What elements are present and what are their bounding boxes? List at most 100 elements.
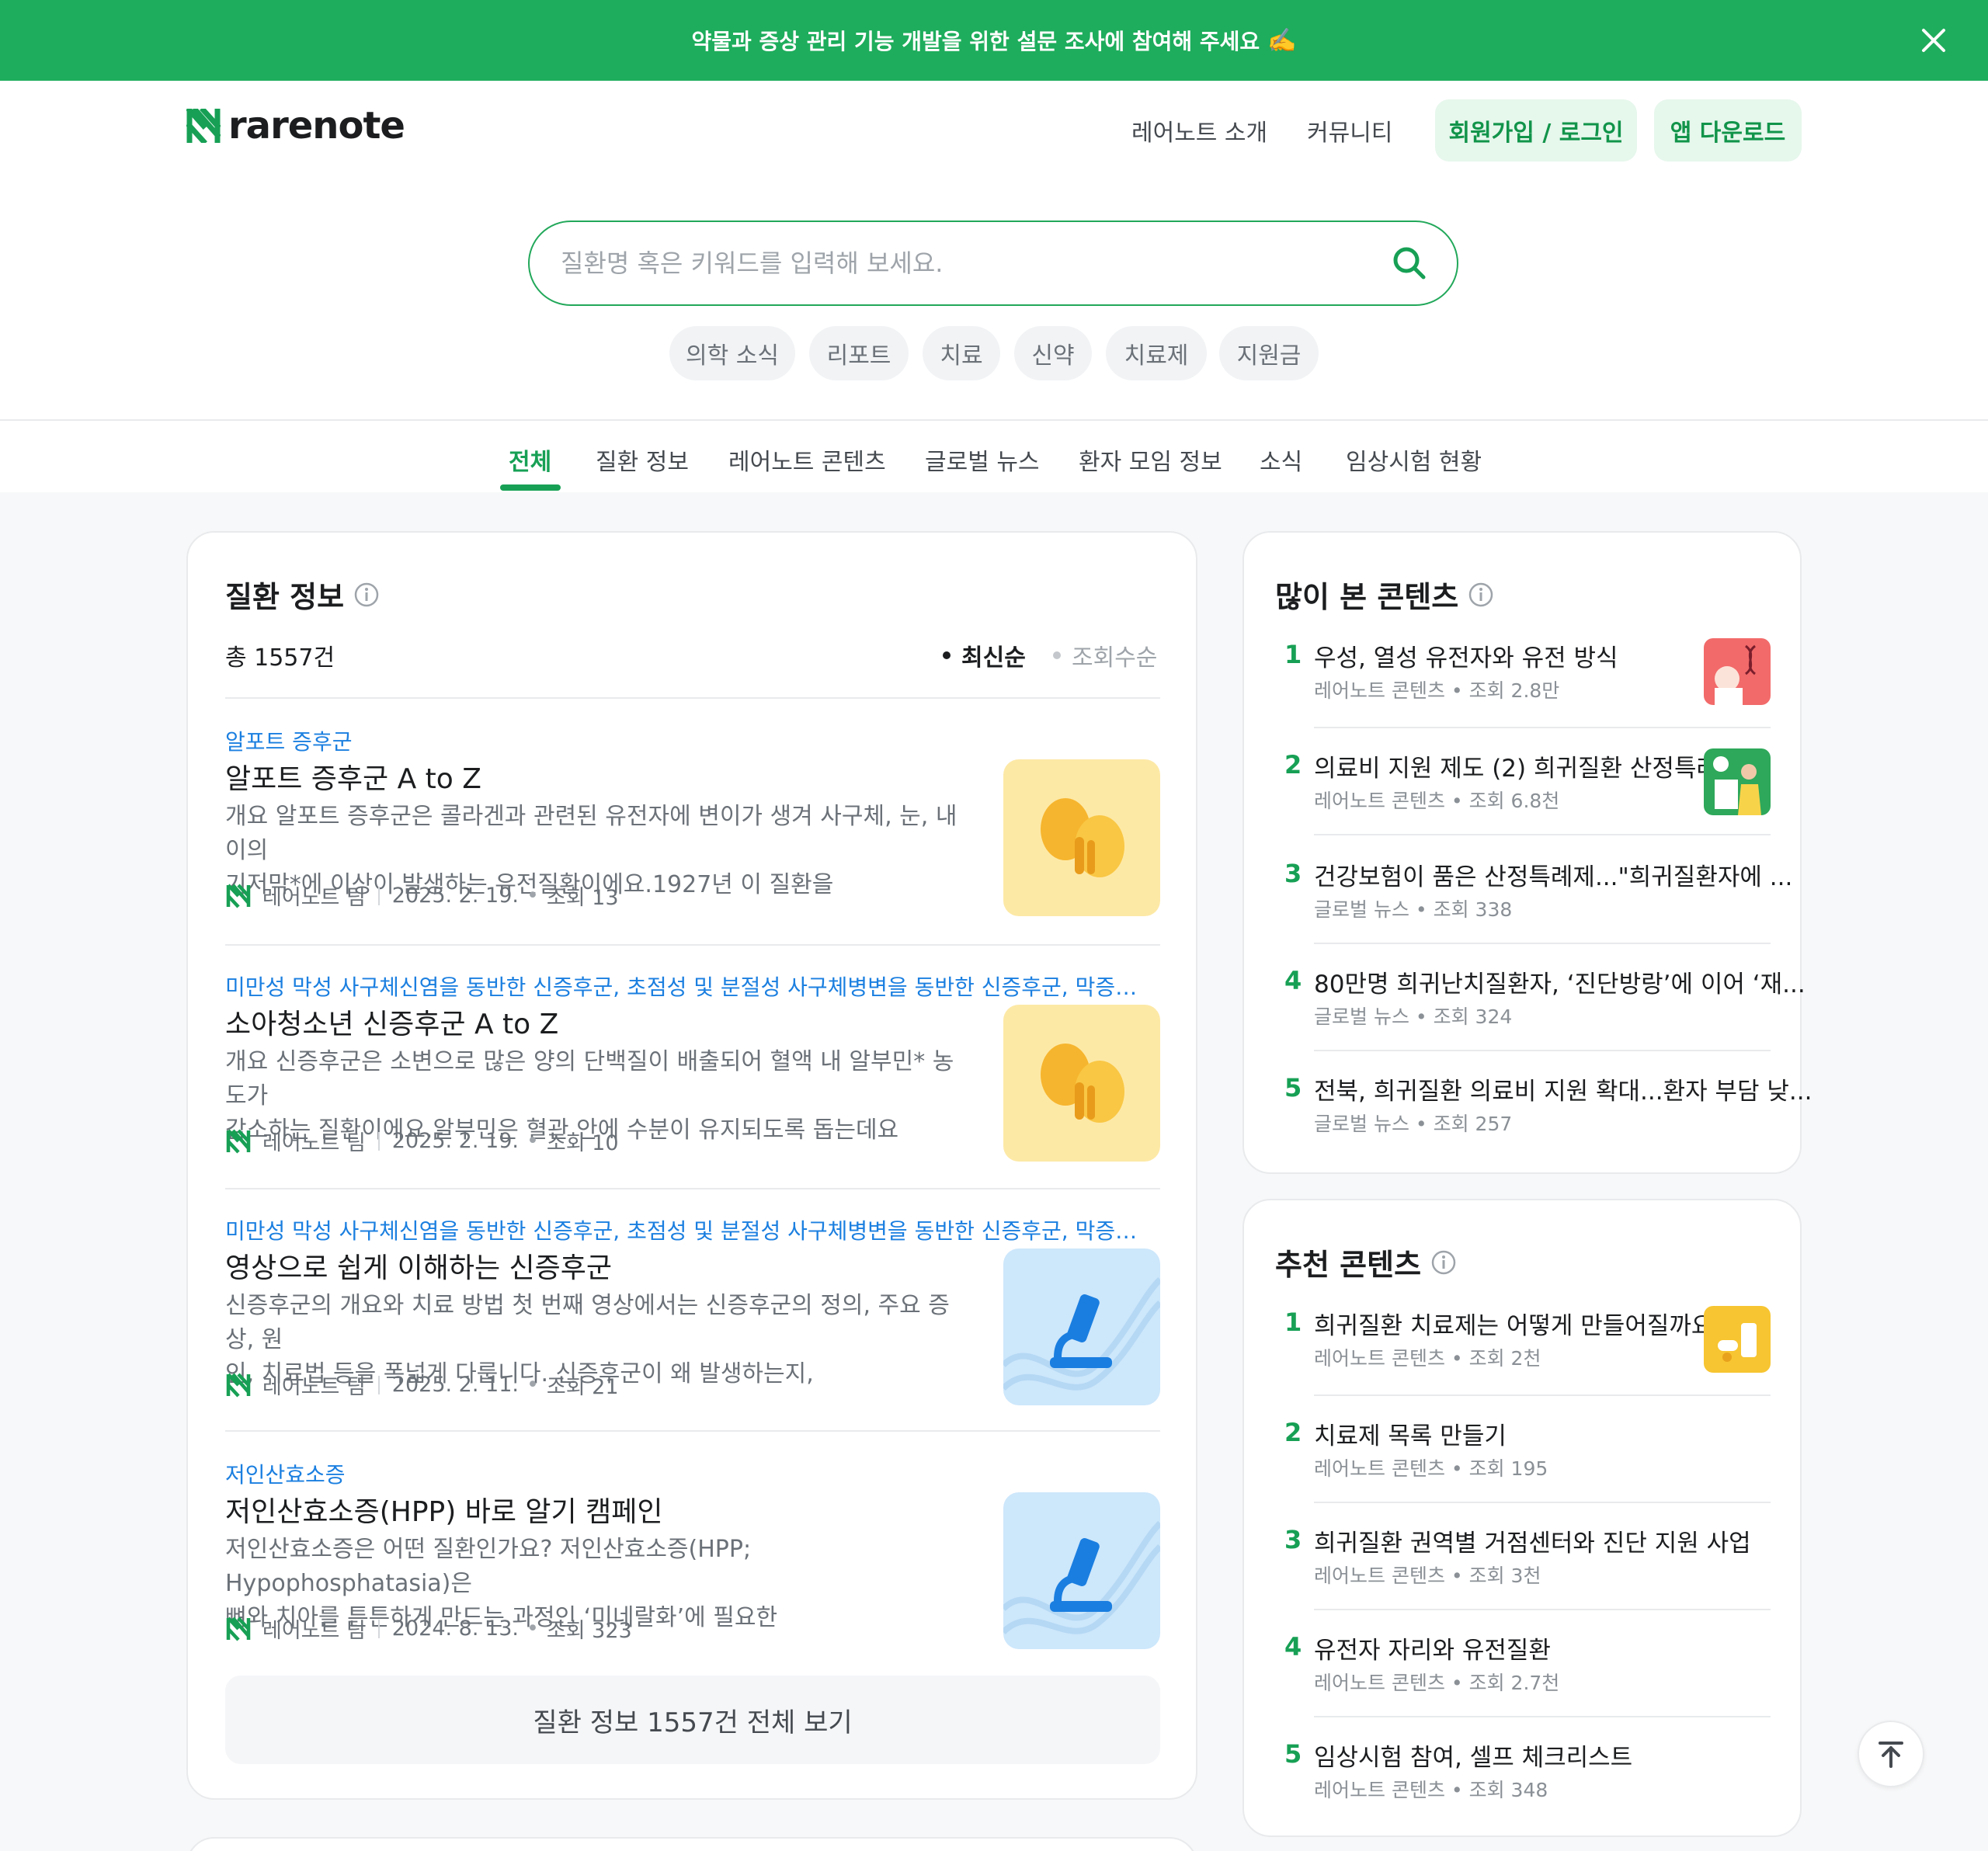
survey-banner[interactable]: 약물과 증상 관리 기능 개발을 위한 설문 조사에 참여해 주세요 ✍️ [0, 0, 1988, 81]
recommended-item[interactable]: 5 임상시험 참여, 셀프 체크리스트 레어노트 콘텐츠 • 조회 348 [1275, 1738, 1771, 1843]
rank-meta: 레어노트 콘텐츠 • 조회 2천 [1314, 1347, 1541, 1370]
rank-number: 3 [1284, 1525, 1302, 1554]
sort-views[interactable]: 조회수순 [1053, 638, 1157, 672]
chip-therapeutics[interactable]: 치료제 [1106, 326, 1207, 380]
rank-source: 레어노트 콘텐츠 [1314, 1564, 1445, 1587]
app-download-button[interactable]: 앱 다운로드 [1654, 99, 1802, 161]
article-category[interactable]: 저인산효소증 [225, 1458, 1149, 1489]
rank-views: 조회 6.8천 [1468, 790, 1560, 812]
tab-news[interactable]: 소식 [1260, 443, 1302, 477]
article-item[interactable]: 미만성 막성 사구체신염을 동반한 신증후군, 초점성 및 분절성 사구체병변을… [225, 971, 1160, 1203]
popular-item[interactable]: 3 건강보험이 품은 산정특례제..."희귀질환자에 ... 글로벌 뉴스 • … [1275, 857, 1792, 963]
close-icon[interactable] [1913, 20, 1954, 61]
article-title[interactable]: 알포트 증후군 A to Z [225, 756, 481, 797]
tab-all[interactable]: 전체 [509, 443, 551, 477]
divider [1314, 1394, 1771, 1396]
chip-medical-news[interactable]: 의학 소식 [669, 326, 795, 380]
view-all-button[interactable]: 질환 정보 1557건 전체 보기 [225, 1676, 1160, 1764]
scroll-to-top-button[interactable] [1858, 1721, 1924, 1787]
rank-meta: 글로벌 뉴스 • 조회 257 [1314, 1113, 1513, 1135]
tab-patient-groups[interactable]: 환자 모임 정보 [1079, 443, 1222, 477]
divider [1314, 943, 1771, 944]
chip-new-drug[interactable]: 신약 [1014, 326, 1092, 380]
kidney-thumbnail[interactable] [1003, 759, 1160, 916]
article-category[interactable]: 미만성 막성 사구체신염을 동반한 신증후군, 초점성 및 분절성 사구체병변을… [225, 1214, 1149, 1245]
tab-disease-info[interactable]: 질환 정보 [596, 443, 689, 477]
tab-clinical-trials[interactable]: 임상시험 현황 [1346, 443, 1482, 477]
article-category[interactable]: 알포트 증후군 [225, 725, 1149, 756]
rarenote-author-icon [226, 1372, 251, 1398]
microscope-thumbnail[interactable] [1003, 1248, 1160, 1405]
disease-info-title: 질환 정보 [225, 573, 380, 616]
divider [1314, 1716, 1771, 1717]
tab-rarenote-content[interactable]: 레어노트 콘텐츠 [728, 443, 886, 477]
chip-report[interactable]: 리포트 [809, 326, 909, 380]
kidney-thumbnail[interactable] [1003, 1005, 1160, 1162]
next-card [186, 1837, 1197, 1851]
search-icon[interactable] [1392, 245, 1427, 284]
article-item[interactable]: 저인산효소증 저인산효소증(HPP) 바로 알기 캠페인 저인산효소증은 어떤 … [225, 1458, 1160, 1691]
rank-title: 전북, 희귀질환 의료비 지원 확대...환자 부담 낮... [1314, 1078, 1812, 1106]
disease-info-title-text: 질환 정보 [225, 580, 345, 614]
rank-source: 글로벌 뉴스 [1314, 898, 1409, 921]
nav-community[interactable]: 커뮤니티 [1307, 113, 1392, 148]
microscope-thumbnail[interactable] [1003, 1492, 1160, 1649]
banner-text: 약물과 증상 관리 기능 개발을 위한 설문 조사에 참여해 주세요 [691, 29, 1260, 54]
rank-number: 2 [1284, 1418, 1302, 1447]
divider [1314, 1502, 1771, 1503]
divider [1314, 727, 1771, 728]
rank-title: 희귀질환 치료제는 어떻게 만들어질까요 [1314, 1312, 1714, 1340]
recommended-item[interactable]: 3 희귀질환 권역별 거점센터와 진단 지원 사업 레어노트 콘텐츠 • 조회 … [1275, 1523, 1771, 1629]
desc-line: 개요 신증후군은 소변으로 많은 양의 단백질이 배출되어 혈액 내 알부민* … [225, 1048, 954, 1110]
logo[interactable]: rarenote [186, 104, 405, 148]
recommended-item[interactable]: 4 유전자 자리와 유전질환 레어노트 콘텐츠 • 조회 2.7천 [1275, 1630, 1771, 1736]
article-views: 조회 21 [546, 1375, 619, 1399]
article-item[interactable]: 미만성 막성 사구체신염을 동반한 신증후군, 초점성 및 분절성 사구체병변을… [225, 1214, 1160, 1447]
rank-meta: 레어노트 콘텐츠 • 조회 6.8천 [1314, 790, 1560, 812]
article-title[interactable]: 저인산효소증(HPP) 바로 알기 캠페인 [225, 1489, 662, 1530]
rank-number: 5 [1284, 1073, 1302, 1103]
chip-subsidy[interactable]: 지원금 [1219, 326, 1319, 380]
sort-views-dot [1053, 651, 1061, 659]
dna-thumbnail [1704, 638, 1771, 705]
rank-number: 3 [1284, 859, 1302, 888]
popular-item[interactable]: 5 전북, 희귀질환 의료비 지원 확대...환자 부담 낮... 글로벌 뉴스… [1275, 1071, 1812, 1177]
article-meta: 레어노트 팀 2025. 2. 19. • 조회 13 [225, 880, 619, 911]
disease-info-card: 질환 정보 총 1557건 최신순 조회수순 알포트 증후군 알포트 증후군 A… [186, 531, 1197, 1800]
popular-item[interactable]: 2 의료비 지원 제도 (2) 희귀질환 산정특례 레어노트 콘텐츠 • 조회 … [1275, 748, 1771, 854]
popular-title-text: 많이 본 콘텐츠 [1275, 580, 1459, 614]
article-item[interactable]: 알포트 증후군 알포트 증후군 A to Z 개요 알포트 증후군은 콜라겐과 … [225, 725, 1160, 958]
sort-latest[interactable]: 최신순 [943, 638, 1026, 672]
recommended-title: 추천 콘텐츠 [1275, 1241, 1457, 1283]
article-meta: 레어노트 팀 2024. 8. 13. • 조회 323 [225, 1613, 632, 1644]
recommended-item[interactable]: 2 치료제 목록 만들기 레어노트 콘텐츠 • 조회 195 [1275, 1416, 1771, 1522]
rank-title: 임상시험 참여, 셀프 체크리스트 [1314, 1744, 1633, 1772]
category-tabs: 전체 질환 정보 레어노트 콘텐츠 글로벌 뉴스 환자 모임 정보 소식 임상시… [0, 419, 1988, 492]
info-icon[interactable] [1430, 1249, 1457, 1276]
divider [225, 697, 1160, 699]
article-author: 레어노트 팀 [262, 886, 366, 910]
article-title[interactable]: 소아청소년 신증후군 A to Z [225, 1002, 558, 1042]
chip-treatment[interactable]: 치료 [923, 326, 1000, 380]
article-title[interactable]: 영상으로 쉽게 이해하는 신증후군 [225, 1245, 612, 1286]
rank-views: 조회 324 [1433, 1005, 1513, 1028]
article-category[interactable]: 미만성 막성 사구체신염을 동반한 신증후군, 초점성 및 분절성 사구체병변을… [225, 971, 1149, 1002]
info-icon[interactable] [1468, 582, 1494, 608]
meta-bullet: • [526, 1617, 539, 1641]
divider [1314, 1050, 1771, 1051]
popular-item[interactable]: 4 80만명 희귀난치질환자, ‘진단방랑’에 이어 ‘재... 글로벌 뉴스 … [1275, 964, 1806, 1070]
rank-source: 레어노트 콘텐츠 [1314, 1672, 1445, 1694]
rank-source: 레어노트 콘텐츠 [1314, 790, 1445, 812]
pills-thumbnail [1704, 1306, 1771, 1373]
article-author: 레어노트 팀 [262, 1131, 366, 1155]
rarenote-author-icon [226, 1616, 251, 1641]
login-button[interactable]: 회원가입 / 로그인 [1435, 99, 1637, 161]
info-icon[interactable] [353, 582, 380, 608]
nav-about[interactable]: 레어노트 소개 [1131, 113, 1267, 148]
rank-number: 1 [1284, 640, 1302, 669]
search-input[interactable] [561, 248, 1337, 278]
article-meta: 레어노트 팀 2025. 2. 11. • 조회 21 [225, 1370, 619, 1400]
rank-title: 건강보험이 품은 산정특례제..."희귀질환자에 ... [1314, 863, 1793, 891]
tab-global-news[interactable]: 글로벌 뉴스 [925, 443, 1040, 477]
doctor-thumbnail [1704, 748, 1771, 815]
